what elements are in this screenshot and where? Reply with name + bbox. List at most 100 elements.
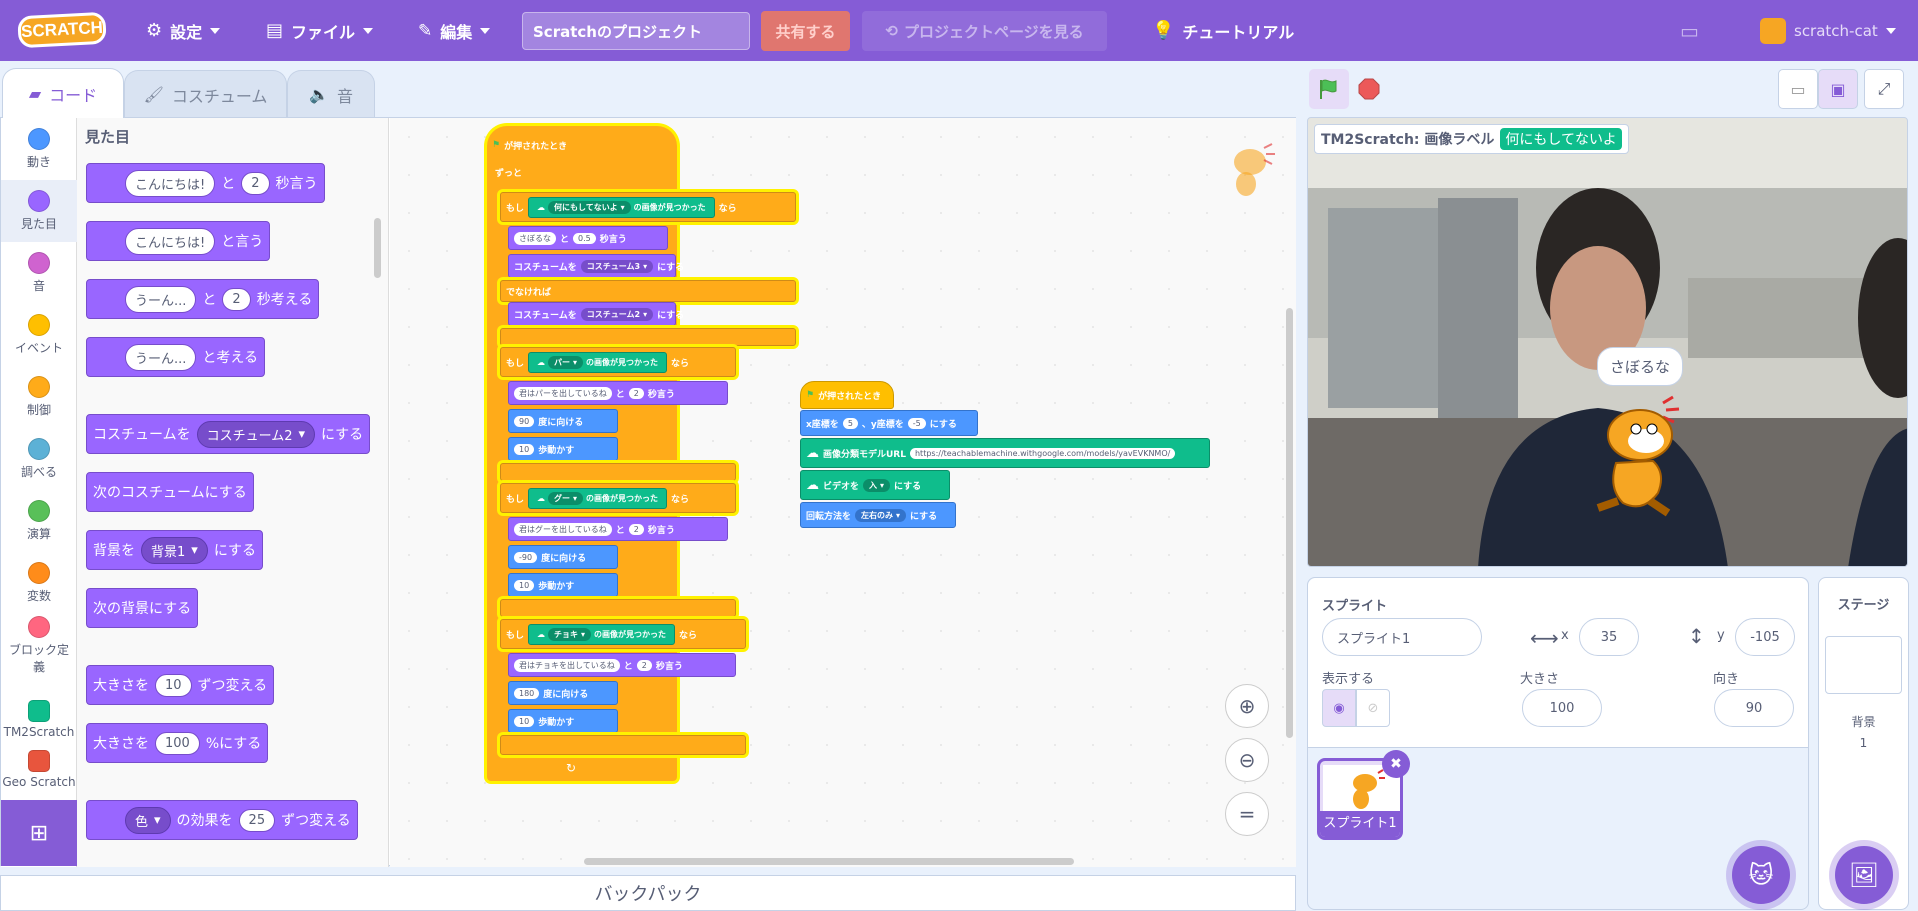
block-input[interactable]: 5 (842, 417, 858, 429)
fullscreen-button[interactable]: ⤢ (1864, 69, 1904, 109)
switch-costume-block[interactable]: コスチュームを コスチューム2 ▾ にする (86, 414, 371, 454)
zoom-reset-button[interactable]: = (1225, 792, 1269, 836)
block-input[interactable]: 10 (514, 715, 535, 727)
block-input[interactable]: 10 (155, 673, 192, 697)
size-input[interactable]: 100 (1522, 689, 1602, 727)
label-dropdown[interactable]: チョキ ▾ (548, 627, 592, 641)
block-input[interactable]: -90 (514, 551, 538, 563)
say-for-secs-block[interactable]: こんにちは! と 2 秒言う (86, 163, 325, 203)
label-dropdown[interactable]: グー ▾ (548, 491, 584, 505)
share-button[interactable]: 共有する (761, 11, 850, 51)
say-for-secs-block[interactable]: 君はパーを出しているねと 2 秒言う (508, 381, 728, 405)
say-for-secs-block[interactable]: 君はチョキを出しているねと 2 秒言う (508, 653, 736, 677)
tab-code[interactable]: ▰ コード (2, 68, 124, 118)
scratch-cat-sprite[interactable] (1588, 393, 1698, 523)
move-steps-block[interactable]: 10 歩動かす (508, 709, 618, 733)
block-input[interactable]: 2 (222, 287, 251, 311)
account-menu[interactable]: scratch-cat (1760, 0, 1896, 61)
block-input[interactable]: 2 (628, 387, 644, 399)
block-input[interactable]: 2 (628, 523, 644, 535)
block-input[interactable]: さぼるな (514, 231, 556, 245)
scratch-logo[interactable]: SCRATCH (17, 11, 107, 49)
switch-backdrop-block[interactable]: 背景を 背景1 ▾ にする (86, 530, 263, 570)
backpack-header[interactable]: バックパック (0, 875, 1296, 911)
block-input[interactable]: うーん... (125, 285, 197, 313)
backdrop-dropdown[interactable]: 背景1 ▾ (141, 536, 208, 564)
tm-image-found-reporter[interactable]: ☁ パー ▾ の画像が見つかった (528, 351, 668, 373)
block-input[interactable]: 180 (514, 687, 540, 699)
settings-menu[interactable]: ⚙ 設定 (146, 0, 221, 61)
block-input[interactable]: 25 (238, 808, 276, 832)
workspace-h-scrollbar[interactable] (584, 858, 1074, 865)
block-input[interactable]: うーん... (125, 343, 197, 371)
category-geo-scratch[interactable]: Geo Scratch (1, 750, 77, 790)
block-input[interactable]: 0.5 (573, 232, 596, 244)
delete-sprite-button[interactable]: ✖ (1382, 750, 1410, 778)
my-stuff-button[interactable]: ▭ (1680, 0, 1699, 61)
workspace-v-scrollbar[interactable] (1286, 308, 1293, 738)
point-direction-block[interactable]: 90 度に向ける (508, 409, 618, 433)
tab-costumes[interactable]: 🖌 コスチューム (124, 70, 287, 118)
zoom-out-button[interactable]: ⊖ (1225, 738, 1269, 782)
say-block[interactable]: こんにちは! と言う (86, 221, 271, 261)
category-sound[interactable]: 音 (1, 242, 77, 304)
category-events[interactable]: イベント (1, 304, 77, 366)
set-model-url-block[interactable]: ☁ 画像分類モデルURL https://teachablemachine.with… (800, 438, 1210, 468)
script-workspace[interactable]: ⚑ が押されたとき ずっと もし ☁ 何にもしてないよ ▾ の画像が見つかった なら さ… (390, 118, 1296, 867)
move-steps-block[interactable]: 10 歩動かす (508, 437, 618, 461)
stop-button[interactable] (1349, 69, 1389, 109)
change-size-block[interactable]: 大きさを 10 ずつ変える (86, 665, 275, 705)
effect-dropdown[interactable]: 色 ▾ (125, 806, 171, 834)
x-input[interactable]: 35 (1579, 618, 1639, 656)
see-project-page-button[interactable]: ⟲ プロジェクトページを見る (862, 11, 1107, 51)
costume-dropdown[interactable]: コスチューム2 ▾ (196, 420, 316, 448)
change-effect-block[interactable]: 色 ▾ の効果を 25 ずつ変える (86, 800, 358, 840)
large-stage-button[interactable]: ▣ (1818, 69, 1858, 109)
file-menu[interactable]: ▤ ファイル (266, 0, 374, 61)
category-sensing[interactable]: 調べる (1, 428, 77, 490)
block-input[interactable]: 君はチョキを出しているね (514, 658, 620, 672)
category-motion[interactable]: 動き (1, 118, 77, 180)
hide-button[interactable]: ⊘ (1356, 689, 1390, 727)
stage-selector[interactable]: ステージ 背景 1 🖼 (1818, 577, 1909, 910)
block-input[interactable]: 90 (514, 415, 535, 427)
block-input[interactable]: 2 (241, 171, 270, 195)
small-stage-button[interactable]: ▭ (1778, 69, 1818, 109)
if-else-block[interactable]: もし ☁ 何にもしてないよ ▾ の画像が見つかった なら (500, 192, 796, 222)
next-costume-block[interactable]: 次のコスチュームにする (86, 472, 254, 512)
tm-image-found-reporter[interactable]: ☁ 何にもしてないよ ▾ の画像が見つかった (528, 196, 715, 218)
tab-sounds[interactable]: 🔈 音 (287, 70, 375, 118)
block-input[interactable]: こんにちは! (125, 169, 216, 197)
point-direction-block[interactable]: -90 度に向ける (508, 545, 618, 569)
tutorials-button[interactable]: 💡 チュートリアル (1152, 0, 1294, 61)
show-visible-button[interactable]: ◉ (1322, 689, 1356, 727)
video-dropdown[interactable]: 入 ▾ (863, 478, 891, 492)
say-for-secs-block[interactable]: さぼるなと 0.5 秒言う (508, 226, 668, 250)
block-input[interactable]: https://teachablemachine.withgoogle.com/… (909, 447, 1176, 459)
move-steps-block[interactable]: 10 歩動かす (508, 573, 618, 597)
block-input[interactable]: 10 (514, 579, 535, 591)
costume-dropdown[interactable]: コスチューム3 ▾ (580, 259, 654, 273)
block-input[interactable]: 君はパーを出しているね (514, 386, 612, 400)
tm-image-found-reporter[interactable]: ☁ グー ▾ の画像が見つかった (528, 487, 668, 509)
green-flag-button[interactable] (1309, 69, 1349, 109)
say-for-secs-block[interactable]: 君はグーを出しているねと 2 秒言う (508, 517, 728, 541)
goto-xy-block[interactable]: x座標を 5 、y座標を -5 にする (800, 410, 978, 436)
think-for-secs-block[interactable]: うーん... と 2 秒考える (86, 279, 320, 319)
category-tm2scratch[interactable]: TM2Scratch (1, 688, 77, 750)
stage-thumbnail[interactable] (1825, 636, 1902, 694)
zoom-in-button[interactable]: ⊕ (1225, 684, 1269, 728)
when-flag-clicked-hat[interactable]: ⚑ が押されたとき (800, 381, 894, 409)
set-size-block[interactable]: 大きさを 100 %にする (86, 723, 269, 763)
choose-backdrop-button[interactable]: 🖼 (1835, 846, 1893, 904)
label-dropdown[interactable]: パー ▾ (548, 355, 584, 369)
switch-costume-block[interactable]: コスチュームを コスチューム2 ▾ にする (508, 302, 684, 326)
choose-sprite-button[interactable]: 🐱 (1732, 846, 1790, 904)
palette-scrollbar[interactable] (374, 218, 381, 278)
block-input[interactable]: こんにちは! (125, 227, 216, 255)
think-block[interactable]: うーん... と考える (86, 337, 265, 377)
block-input[interactable]: 10 (514, 443, 535, 455)
if-block[interactable]: もし ☁ グー ▾ の画像が見つかった なら (500, 483, 736, 513)
rotation-style-block[interactable]: 回転方法を 左右のみ ▾ にする (800, 502, 956, 528)
block-input[interactable]: 君はグーを出しているね (514, 522, 612, 536)
